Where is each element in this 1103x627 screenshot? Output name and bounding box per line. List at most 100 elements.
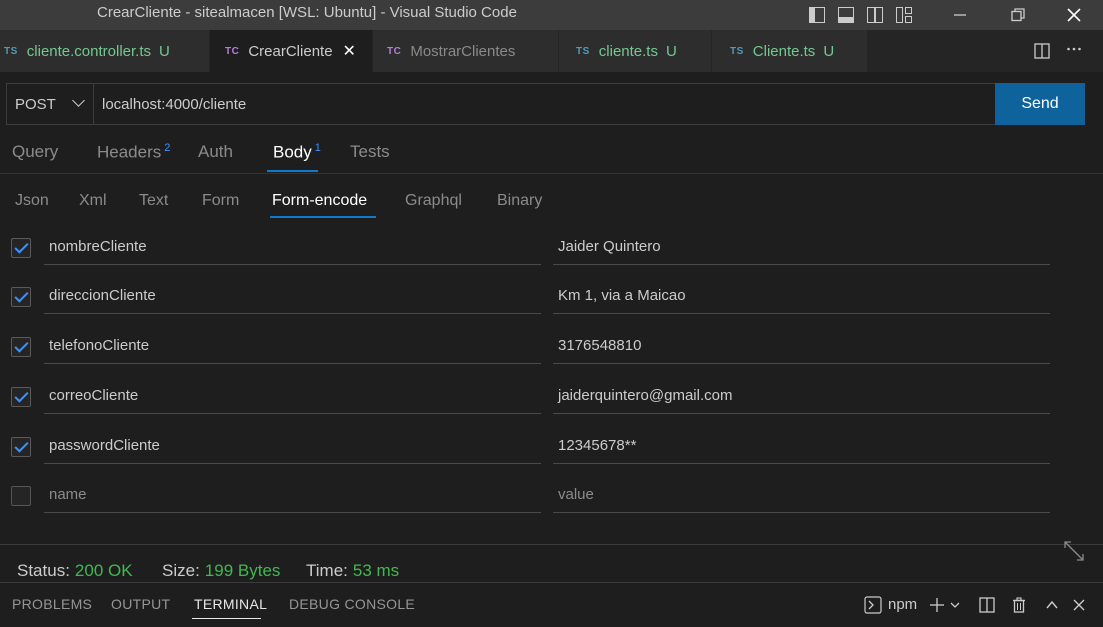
headers-count-badge: 2 xyxy=(164,142,171,154)
toggle-primary-sidebar-icon[interactable] xyxy=(809,7,825,23)
minimize-icon[interactable] xyxy=(937,0,983,30)
untracked-badge: U xyxy=(665,42,677,60)
toggle-secondary-sidebar-icon[interactable] xyxy=(867,7,883,23)
tab-crearcliente[interactable]: TC CrearCliente ✕ xyxy=(210,30,373,72)
param-value-input[interactable]: value xyxy=(553,476,1050,513)
active-panel-tab-indicator xyxy=(192,618,261,619)
maximize-panel-icon[interactable] xyxy=(1045,598,1059,612)
response-time: Time: 53 ms xyxy=(306,561,399,581)
param-value-field[interactable]: 3176548810 xyxy=(553,327,1050,364)
form-row: correoCliente jaiderquintero@gmail.com xyxy=(0,377,1103,427)
toggle-panel-icon[interactable] xyxy=(838,7,854,23)
panel-tab-terminal[interactable]: TERMINAL xyxy=(194,596,267,612)
param-name-field[interactable]: correoCliente xyxy=(44,377,541,414)
body-tab-graphql[interactable]: Graphql xyxy=(405,192,462,210)
untracked-badge: U xyxy=(823,42,835,60)
form-row: telefonoCliente 3176548810 xyxy=(0,327,1103,377)
response-size: Size: 199 Bytes xyxy=(162,561,280,581)
trash-icon[interactable] xyxy=(1011,596,1027,613)
split-terminal-icon[interactable] xyxy=(979,596,995,613)
close-tab-icon[interactable]: ✕ xyxy=(343,41,356,61)
param-value-field[interactable]: 12345678** xyxy=(553,427,1050,464)
row-enabled-checkbox[interactable] xyxy=(11,387,31,407)
status-value: 200 OK xyxy=(74,561,133,580)
body-tab-text[interactable]: Text xyxy=(139,192,168,210)
param-value-field[interactable]: Km 1, via a Maicao xyxy=(553,277,1050,314)
window-title: CrearCliente - sitealmacen [WSL: Ubuntu]… xyxy=(97,4,517,21)
untracked-badge: U xyxy=(159,42,170,60)
bottom-panel: PROBLEMS OUTPUT TERMINAL DEBUG CONSOLE n… xyxy=(0,582,1103,627)
layout-controls xyxy=(809,0,925,30)
param-value-field[interactable]: Jaider Quintero xyxy=(553,228,1050,265)
tab-label: Cliente.ts xyxy=(752,42,816,60)
chevron-down-icon xyxy=(72,94,85,107)
tab-label: cliente.ts xyxy=(598,42,658,60)
row-enabled-checkbox[interactable] xyxy=(11,437,31,457)
typescript-file-icon: TS xyxy=(576,45,590,57)
time-value: 53 ms xyxy=(352,561,400,580)
body-tab-form-encode[interactable]: Form-encode xyxy=(272,192,367,210)
size-label: Size: xyxy=(162,561,200,580)
tab-headers-label: Headers xyxy=(97,142,162,162)
time-label: Time: xyxy=(306,561,348,580)
tab-query[interactable]: Query xyxy=(12,142,58,162)
panel-tab-output[interactable]: OUTPUT xyxy=(111,596,170,612)
editor-tab-bar: TS cliente.controller.ts U TC CrearClien… xyxy=(0,30,1103,72)
param-name-field[interactable]: telefonoCliente xyxy=(44,327,541,364)
close-window-icon[interactable] xyxy=(1051,0,1097,30)
row-enabled-checkbox[interactable] xyxy=(11,486,31,506)
method-select[interactable]: POST xyxy=(6,83,94,125)
row-enabled-checkbox[interactable] xyxy=(11,287,31,307)
body-tab-form[interactable]: Form xyxy=(202,192,239,210)
param-name-field[interactable]: passwordCliente xyxy=(44,427,541,464)
tab-headers[interactable]: Headers 2 xyxy=(97,142,170,163)
tab-label: CrearCliente xyxy=(248,42,333,60)
form-row: passwordCliente 12345678** xyxy=(0,427,1103,477)
tab-cliente-controller[interactable]: TS cliente.controller.ts U xyxy=(0,30,210,72)
send-button[interactable]: Send xyxy=(995,83,1085,125)
body-tab-xml[interactable]: Xml xyxy=(79,192,107,210)
tab-auth[interactable]: Auth xyxy=(198,142,233,162)
tab-tests[interactable]: Tests xyxy=(350,142,390,162)
row-enabled-checkbox[interactable] xyxy=(11,238,31,258)
terminal-shell-icon xyxy=(864,595,882,614)
param-name-input[interactable]: name xyxy=(44,476,541,513)
body-tab-binary[interactable]: Binary xyxy=(497,192,542,210)
active-body-tab-indicator xyxy=(270,216,376,218)
method-value: POST xyxy=(15,95,56,113)
tab-cliente-ts[interactable]: TS cliente.ts U xyxy=(559,30,712,72)
split-editor-icon[interactable] xyxy=(1034,43,1050,59)
panel-tab-problems[interactable]: PROBLEMS xyxy=(12,596,92,612)
title-bar: CrearCliente - sitealmacen [WSL: Ubuntu]… xyxy=(0,0,1103,30)
more-actions-icon[interactable] xyxy=(1066,41,1082,62)
row-enabled-checkbox[interactable] xyxy=(11,337,31,357)
tab-cliente-model-ts[interactable]: TS Cliente.ts U xyxy=(712,30,868,72)
divider xyxy=(0,544,1103,545)
form-row-empty: name value xyxy=(0,476,1103,526)
tab-label: MostrarClientes xyxy=(410,42,516,60)
body-count-badge: 1 xyxy=(314,142,321,154)
tab-label: cliente.controller.ts xyxy=(26,42,152,60)
terminal-actions: npm xyxy=(864,583,1085,626)
close-panel-icon[interactable] xyxy=(1073,599,1085,611)
size-value: 199 Bytes xyxy=(204,561,281,580)
new-terminal-icon[interactable] xyxy=(929,597,945,613)
tab-body[interactable]: Body 1 xyxy=(273,142,321,163)
divider xyxy=(0,173,1103,174)
tab-body-label: Body xyxy=(273,142,312,162)
tab-mostrarclientes[interactable]: TC MostrarClientes xyxy=(373,30,559,72)
thunder-client-icon: TC xyxy=(387,45,402,57)
url-input[interactable] xyxy=(93,83,996,125)
param-name-field[interactable]: nombreCliente xyxy=(44,228,541,265)
customize-layout-icon[interactable] xyxy=(896,7,912,23)
param-name-field[interactable]: direccionCliente xyxy=(44,277,541,314)
body-tab-json[interactable]: Json xyxy=(15,192,49,210)
chevron-down-icon[interactable] xyxy=(949,599,961,611)
status-label: Status: xyxy=(17,561,70,580)
terminal-name[interactable]: npm xyxy=(888,596,917,613)
panel-tab-debug-console[interactable]: DEBUG CONSOLE xyxy=(289,596,415,612)
restore-icon[interactable] xyxy=(995,0,1041,30)
expand-icon[interactable] xyxy=(1063,540,1085,562)
thunder-client-icon: TC xyxy=(225,45,240,57)
param-value-field[interactable]: jaiderquintero@gmail.com xyxy=(553,377,1050,414)
